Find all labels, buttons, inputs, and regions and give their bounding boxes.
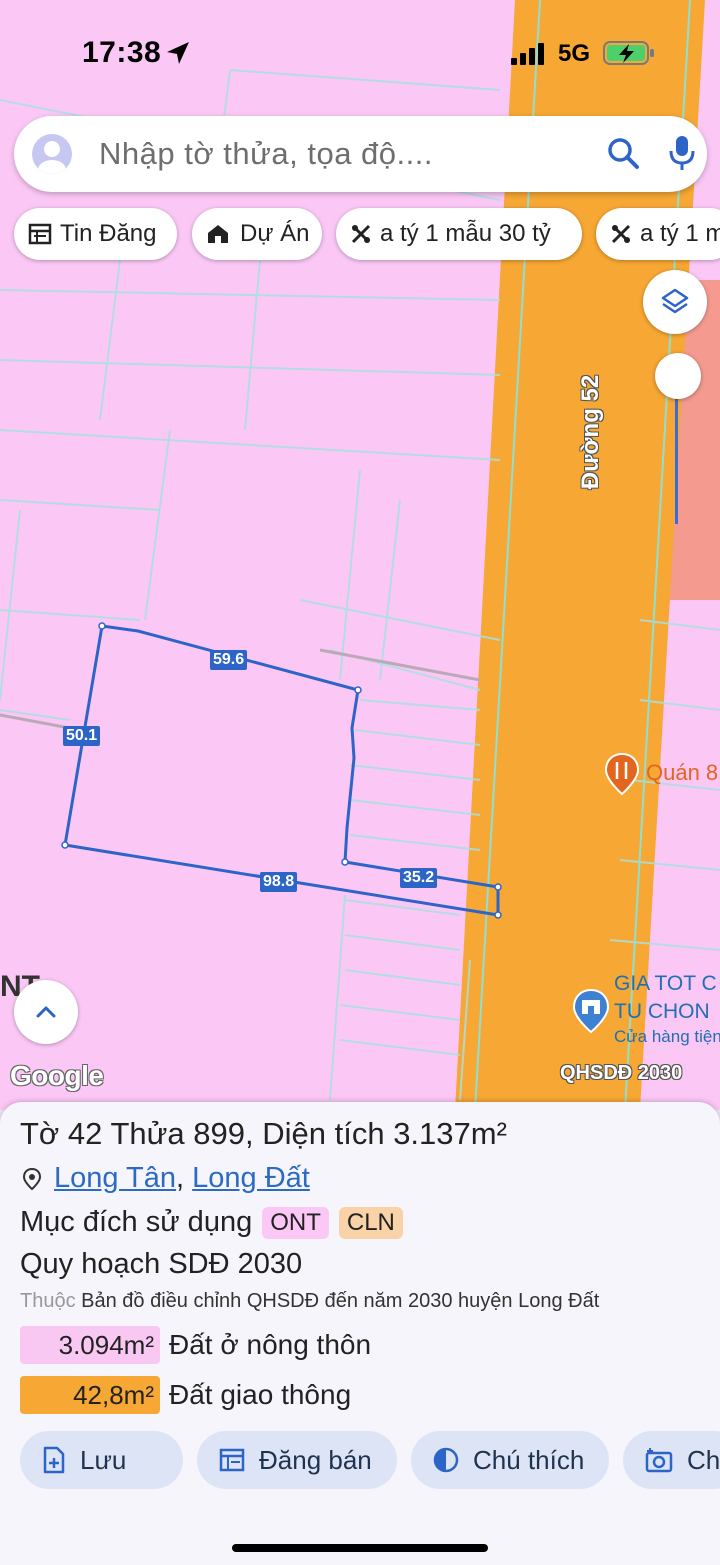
chip-label: Dự Án	[240, 220, 310, 247]
legend-button-label: Chú thích	[473, 1444, 585, 1475]
sheet-label: Tờ	[20, 1116, 60, 1151]
store-icon[interactable]	[572, 988, 610, 1034]
layers-button[interactable]	[643, 270, 707, 334]
sheet-number: 42	[67, 1116, 103, 1151]
avatar[interactable]	[32, 134, 72, 174]
expand-button[interactable]	[14, 980, 78, 1044]
post-for-sale-label: Đăng bán	[259, 1444, 372, 1475]
plan-source: Thuộc Bản đồ điều chỉnh QHSDĐ đến năm 20…	[20, 1290, 599, 1313]
dimension-label: 35.2	[400, 868, 438, 888]
opacity-slider-track[interactable]	[675, 378, 678, 524]
legend-button[interactable]: Chú thích	[411, 1431, 609, 1489]
chip-tin-dang[interactable]: Tin Đăng	[14, 208, 177, 260]
purpose-tag-cln: CLN	[338, 1206, 403, 1239]
location-row: Long Tân , Long Đất	[22, 1162, 310, 1195]
plan-source-text: Bản đồ điều chỉnh QHSDĐ đến năm 2030 huy…	[81, 1290, 600, 1312]
chevron-up-icon	[36, 1006, 56, 1018]
search-bar[interactable]: Nhập tờ thửa, tọa độ....	[14, 116, 707, 192]
opacity-slider-thumb[interactable]	[655, 353, 701, 399]
network-type: 5G	[558, 40, 591, 67]
chip-label: Tin Đăng	[60, 220, 157, 247]
purpose-label: Mục đích sử dụng	[20, 1206, 253, 1238]
parcel-info-sheet: Tờ 42 Thửa 899, Diện tích 3.137m² Long T…	[0, 1102, 720, 1565]
search-icon[interactable]	[606, 136, 640, 170]
area-label: Diện tích	[262, 1116, 385, 1151]
purpose-tag-ont: ONT	[262, 1206, 329, 1239]
area-type-label: Đất giao thông	[169, 1379, 352, 1410]
capture-button[interactable]: Ch	[623, 1431, 720, 1489]
restaurant-icon[interactable]	[604, 752, 640, 796]
layers-icon	[661, 288, 689, 314]
dimension-label: 59.6	[210, 650, 248, 670]
area-type-label: Đất ở nông thôn	[169, 1329, 372, 1360]
post-for-sale-button[interactable]: Đăng bán	[197, 1431, 397, 1489]
area-row-traffic: 42,8m² Đất giao thông	[20, 1376, 351, 1414]
search-input[interactable]: Nhập tờ thửa, tọa độ....	[99, 136, 433, 172]
listing-icon	[219, 1448, 245, 1472]
capture-button-label: Ch	[687, 1444, 720, 1475]
tools-icon	[351, 224, 371, 244]
home-indicator[interactable]	[232, 1544, 488, 1552]
area-value-box: 3.094m²	[20, 1326, 160, 1364]
plan-source-prefix: Thuộc	[20, 1290, 76, 1312]
parcel-number: 899	[193, 1116, 245, 1151]
area-value: 3.137m²	[393, 1116, 507, 1151]
plan-title: Quy hoạch SDĐ 2030	[20, 1248, 303, 1280]
microphone-icon[interactable]	[668, 134, 696, 172]
contrast-icon	[433, 1447, 459, 1473]
camera-add-icon	[645, 1448, 673, 1473]
road-label: Đường 52	[577, 374, 605, 490]
status-bar: 17:38 5G	[0, 0, 720, 100]
poi-store-name-2[interactable]: TU CHON	[614, 1000, 710, 1024]
chip-du-an[interactable]: Dự Án	[192, 208, 322, 260]
area-value-box: 42,8m²	[20, 1376, 160, 1414]
user-icon	[38, 141, 66, 174]
building-icon	[208, 225, 228, 243]
location-link-ward[interactable]: Long Tân	[54, 1162, 176, 1195]
location-link-district[interactable]: Long Đất	[192, 1162, 310, 1195]
chip-saved-search-2[interactable]: a tý 1 m	[596, 208, 720, 260]
battery-charging-icon	[603, 41, 654, 65]
parcel-label: Thửa	[110, 1116, 185, 1151]
status-time: 17:38	[82, 36, 162, 69]
listing-icon	[28, 223, 52, 245]
poi-store-subtitle: Cửa hàng tiện	[614, 1027, 720, 1046]
purpose-row: Mục đích sử dụng ONT CLN	[20, 1206, 403, 1239]
parcel-title: Tờ 42 Thửa 899, Diện tích 3.137m²	[20, 1116, 507, 1151]
tools-icon	[611, 224, 631, 244]
map-source-label: QHSDĐ 2030	[560, 1062, 683, 1084]
save-button-label: Lưu	[80, 1444, 127, 1475]
google-logo: Google	[10, 1060, 104, 1091]
dimension-label: 98.8	[260, 872, 298, 892]
chip-saved-search-1[interactable]: a tý 1 mẫu 30 tỷ	[336, 208, 582, 260]
location-arrow-icon	[167, 42, 189, 64]
signal-strength-icon	[511, 43, 544, 65]
location-pin-icon	[22, 1167, 42, 1190]
poi-restaurant-label[interactable]: Quán 8	[646, 760, 718, 786]
chip-label: a tý 1 mẫu 30 tỷ	[380, 220, 551, 247]
add-document-icon	[43, 1446, 65, 1474]
chip-label: a tý 1 m	[640, 220, 720, 247]
area-row-residential: 3.094m² Đất ở nông thôn	[20, 1326, 371, 1364]
save-button[interactable]: Lưu	[20, 1431, 183, 1489]
poi-store-name-1[interactable]: GIA TOT C	[614, 972, 717, 996]
dimension-label: 50.1	[63, 726, 101, 746]
map-view[interactable]: 17:38 5G Nhập tờ thửa, tọa độ.... Tin Đă…	[0, 0, 720, 1110]
